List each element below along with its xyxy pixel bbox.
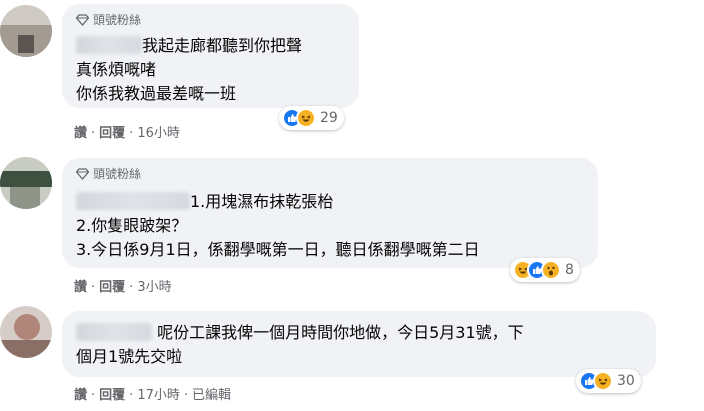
- comment-text-line: 真係煩嘅啫: [76, 60, 157, 79]
- comment-actions: 讚 · 回覆 · 3小時: [74, 280, 172, 295]
- timestamp-link[interactable]: 3小時: [137, 280, 171, 295]
- comment-bubble: 頭號粉絲 我起走廊都聽到你把聲 真係煩嘅啫 你係我教過最差嘅一班: [62, 4, 359, 108]
- timestamp-link[interactable]: 17小時: [137, 388, 180, 403]
- diamond-icon: [76, 167, 89, 180]
- badge-label: 頭號粉絲: [93, 13, 142, 27]
- haha-icon: [593, 371, 613, 391]
- comment-bubble: 呢份工課我俾一個月時間你地做，今日5月31號，下 個月1號先交啦: [62, 311, 656, 377]
- reaction-count: 29: [320, 110, 338, 126]
- reactions-summary[interactable]: 29: [279, 106, 344, 130]
- blurred-author-name[interactable]: [76, 36, 142, 54]
- haha-icon: [296, 108, 316, 128]
- timestamp-link[interactable]: 16小時: [137, 126, 180, 141]
- comment-text-line: 3.今日係9月1日，係翻學嘅第一日，聽日係翻學嘅第二日: [76, 240, 480, 259]
- comment-text-line: 1.用塊濕布抹乾張枱: [76, 191, 333, 213]
- avatar[interactable]: [0, 5, 52, 57]
- blurred-author-name[interactable]: [76, 323, 152, 341]
- like-link[interactable]: 讚: [74, 126, 87, 141]
- reply-link[interactable]: 回覆: [99, 126, 125, 141]
- comment-bubble: 頭號粉絲 1.用塊濕布抹乾張枱 2.你隻眼跛架？ 3.今日係9月1日，係翻學嘅第…: [62, 158, 598, 268]
- badge-label: 頭號粉絲: [93, 167, 142, 181]
- comment-text-line: 呢份工課我俾一個月時間你地做，今日5月31號，下: [76, 322, 524, 344]
- comment-text-line: 我起走廊都聽到你把聲: [76, 35, 302, 57]
- top-fan-badge[interactable]: 頭號粉絲: [76, 11, 141, 28]
- avatar[interactable]: [0, 157, 52, 209]
- reaction-count: 30: [617, 373, 635, 389]
- comment-actions: 讚 · 回覆 · 17小時 · 已編輯: [74, 388, 232, 403]
- wow-icon: [541, 260, 561, 280]
- reply-link[interactable]: 回覆: [99, 388, 125, 403]
- reactions-summary[interactable]: 8: [510, 258, 580, 282]
- top-fan-badge[interactable]: 頭號粉絲: [76, 165, 141, 182]
- blurred-author-name[interactable]: [76, 192, 190, 210]
- edited-label[interactable]: 已編輯: [192, 388, 231, 403]
- comment-actions: 讚 · 回覆 · 16小時: [74, 126, 180, 141]
- comment-text-line: 2.你隻眼跛架？: [76, 216, 188, 235]
- reaction-count: 8: [565, 262, 574, 278]
- diamond-icon: [76, 13, 89, 26]
- avatar[interactable]: [0, 306, 52, 358]
- reply-link[interactable]: 回覆: [99, 280, 125, 295]
- comment-text-line: 你係我教過最差嘅一班: [76, 84, 237, 103]
- comment-text-line: 個月1號先交啦: [76, 347, 183, 366]
- like-link[interactable]: 讚: [74, 280, 87, 295]
- reactions-summary[interactable]: 30: [576, 369, 641, 393]
- like-link[interactable]: 讚: [74, 388, 87, 403]
